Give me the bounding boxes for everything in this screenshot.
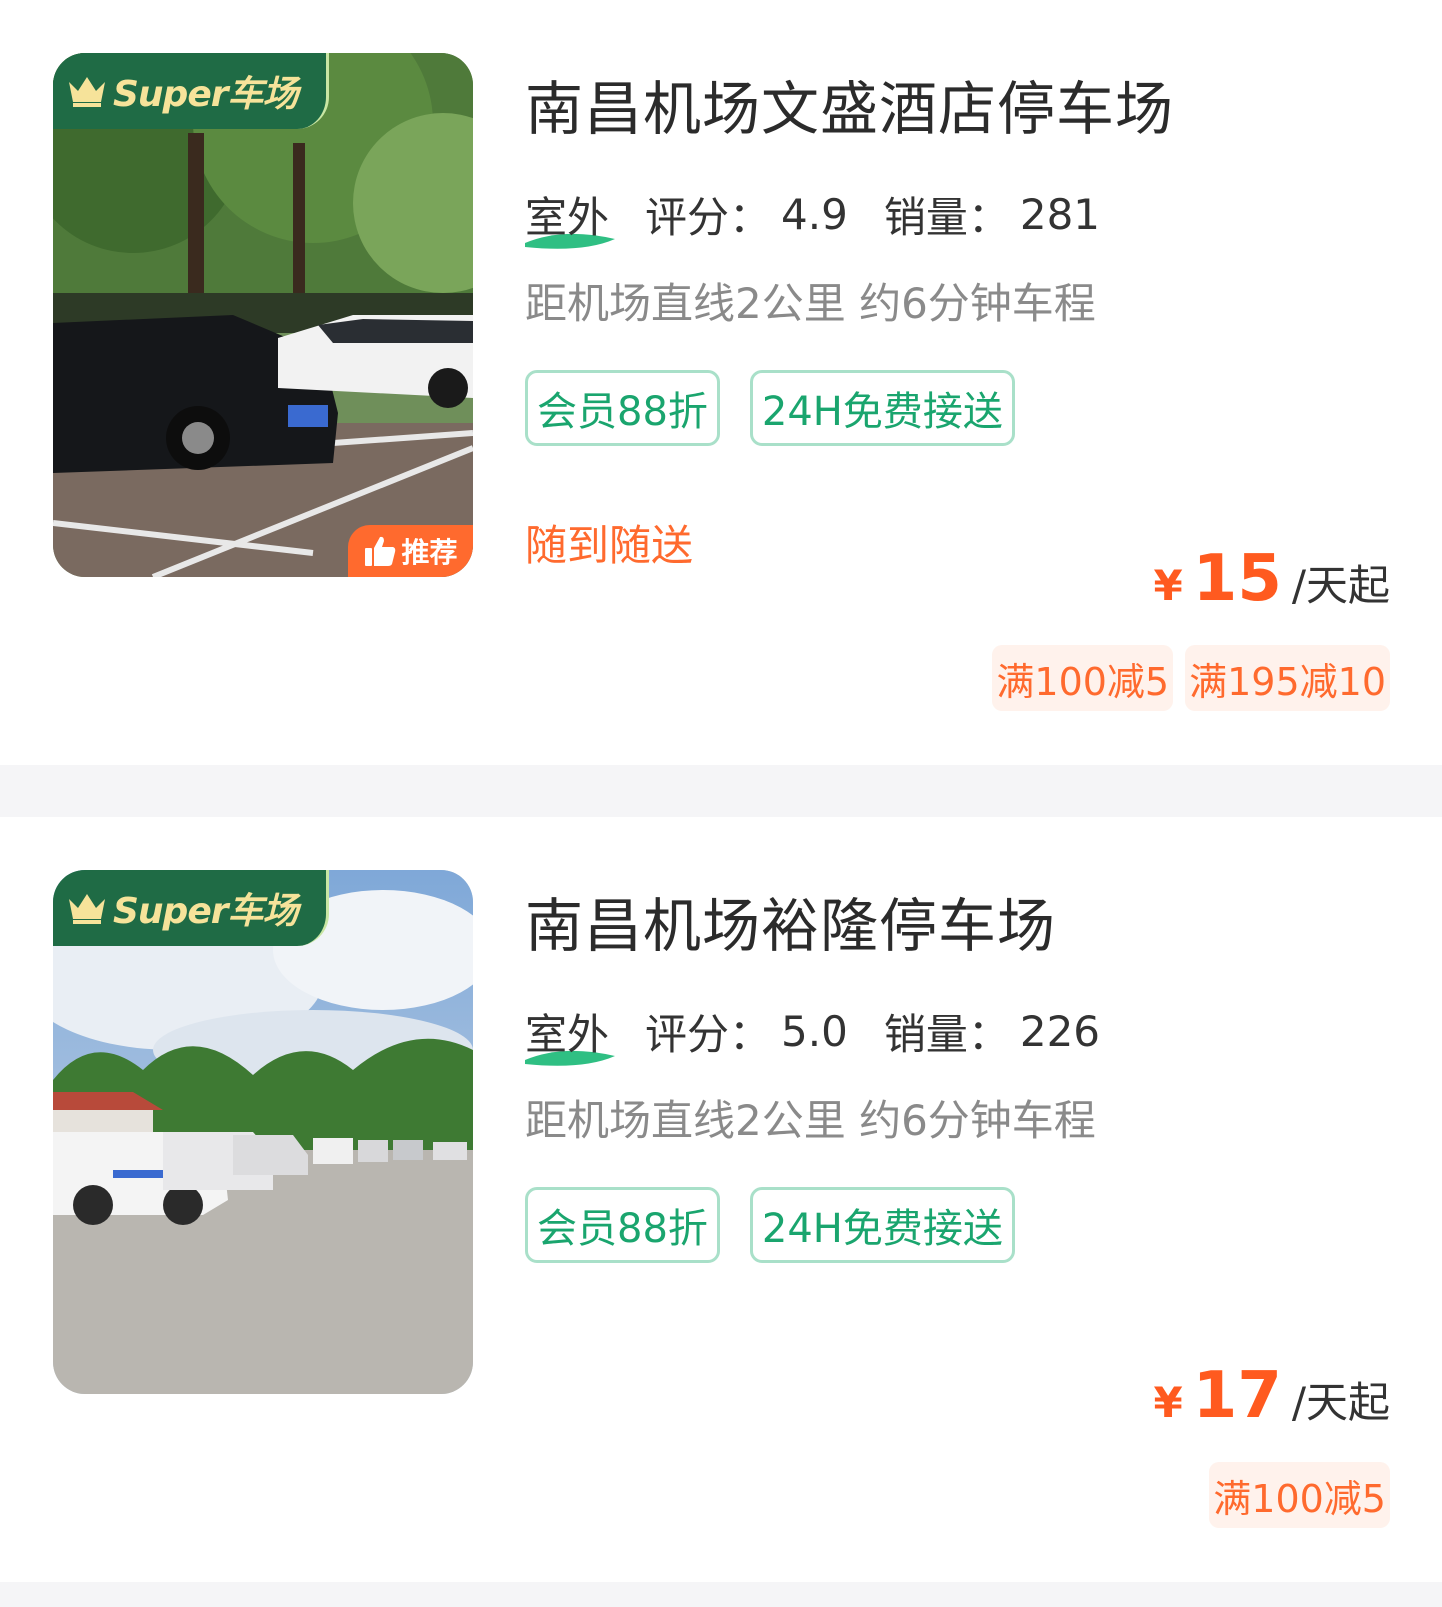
service-note: 随到随送	[525, 521, 694, 570]
super-badge-label: Super车场	[113, 891, 298, 932]
rating-value: 4.9	[781, 190, 848, 239]
tag-list: 会员88折 24H免费接送	[525, 370, 1045, 446]
distance-info: 距机场直线2公里 约6分钟车程	[525, 1096, 1096, 1145]
currency-symbol: ¥	[1153, 1378, 1183, 1427]
parking-title[interactable]: 南昌机场裕隆停车场	[525, 879, 1056, 963]
parking-card[interactable]: Super车场 南昌机场裕隆停车场 室外 评分： 5.0 销量： 226 距机场…	[0, 817, 1442, 1582]
coupon-list: 满100减5 满195减10	[980, 645, 1390, 711]
price-amount: 17	[1192, 1359, 1282, 1433]
sales-value: 281	[1019, 190, 1101, 239]
coupon-list: 满100减5	[1197, 1462, 1390, 1528]
parking-photo[interactable]: Super车场 推荐	[53, 53, 473, 577]
outdoor-label: 室外	[525, 1010, 610, 1059]
parking-meta: 室外 评分： 4.9 销量： 281	[525, 184, 1101, 249]
coupon-badge: 满100减5	[1209, 1462, 1390, 1528]
shuttle-tag: 24H免费接送	[749, 1187, 1015, 1263]
sales-label: 销量：	[883, 193, 1010, 242]
outdoor-type: 室外	[525, 1001, 615, 1066]
sales-label: 销量：	[883, 1010, 1010, 1059]
recommend-label: 推荐	[401, 536, 458, 569]
sales-value: 226	[1019, 1007, 1101, 1056]
super-parking-badge: Super车场	[53, 53, 329, 129]
rating-label: 评分：	[645, 1010, 772, 1059]
price: ¥ 15 /天起	[1154, 542, 1390, 616]
tag-list: 会员88折 24H免费接送	[525, 1187, 1045, 1263]
recommend-badge: 推荐	[348, 525, 473, 577]
crown-icon	[69, 894, 105, 924]
price: ¥ 17 /天起	[1154, 1359, 1390, 1433]
member-discount-tag: 会员88折	[525, 370, 720, 446]
distance-info: 距机场直线2公里 约6分钟车程	[525, 279, 1096, 328]
super-badge-label: Super车场	[113, 74, 298, 115]
coupon-badge: 满195减10	[1185, 645, 1390, 711]
super-parking-badge: Super车场	[53, 870, 329, 946]
card-separator	[0, 1582, 1442, 1607]
member-discount-tag: 会员88折	[525, 1187, 720, 1263]
parking-meta: 室外 评分： 5.0 销量： 226	[525, 1001, 1101, 1066]
card-separator	[0, 765, 1442, 817]
parking-list: Super车场 推荐 南昌机场文盛酒店停车场 室外 评分： 4.9 销量： 28	[0, 0, 1442, 1607]
outdoor-type: 室外	[525, 184, 615, 249]
parking-card[interactable]: Super车场 推荐 南昌机场文盛酒店停车场 室外 评分： 4.9 销量： 28	[0, 0, 1442, 765]
shuttle-tag: 24H免费接送	[749, 370, 1015, 446]
rating-label: 评分：	[645, 193, 772, 242]
thumbs-up-icon	[365, 536, 396, 566]
currency-symbol: ¥	[1153, 561, 1183, 610]
price-unit: /天起	[1291, 561, 1390, 610]
price-unit: /天起	[1291, 1378, 1390, 1427]
parking-photo[interactable]: Super车场	[53, 870, 473, 1394]
price-amount: 15	[1192, 542, 1282, 616]
coupon-badge: 满100减5	[992, 645, 1174, 711]
crown-icon	[69, 77, 105, 107]
parking-title[interactable]: 南昌机场文盛酒店停车场	[525, 62, 1174, 146]
outdoor-label: 室外	[525, 193, 610, 242]
rating-value: 5.0	[781, 1007, 848, 1056]
